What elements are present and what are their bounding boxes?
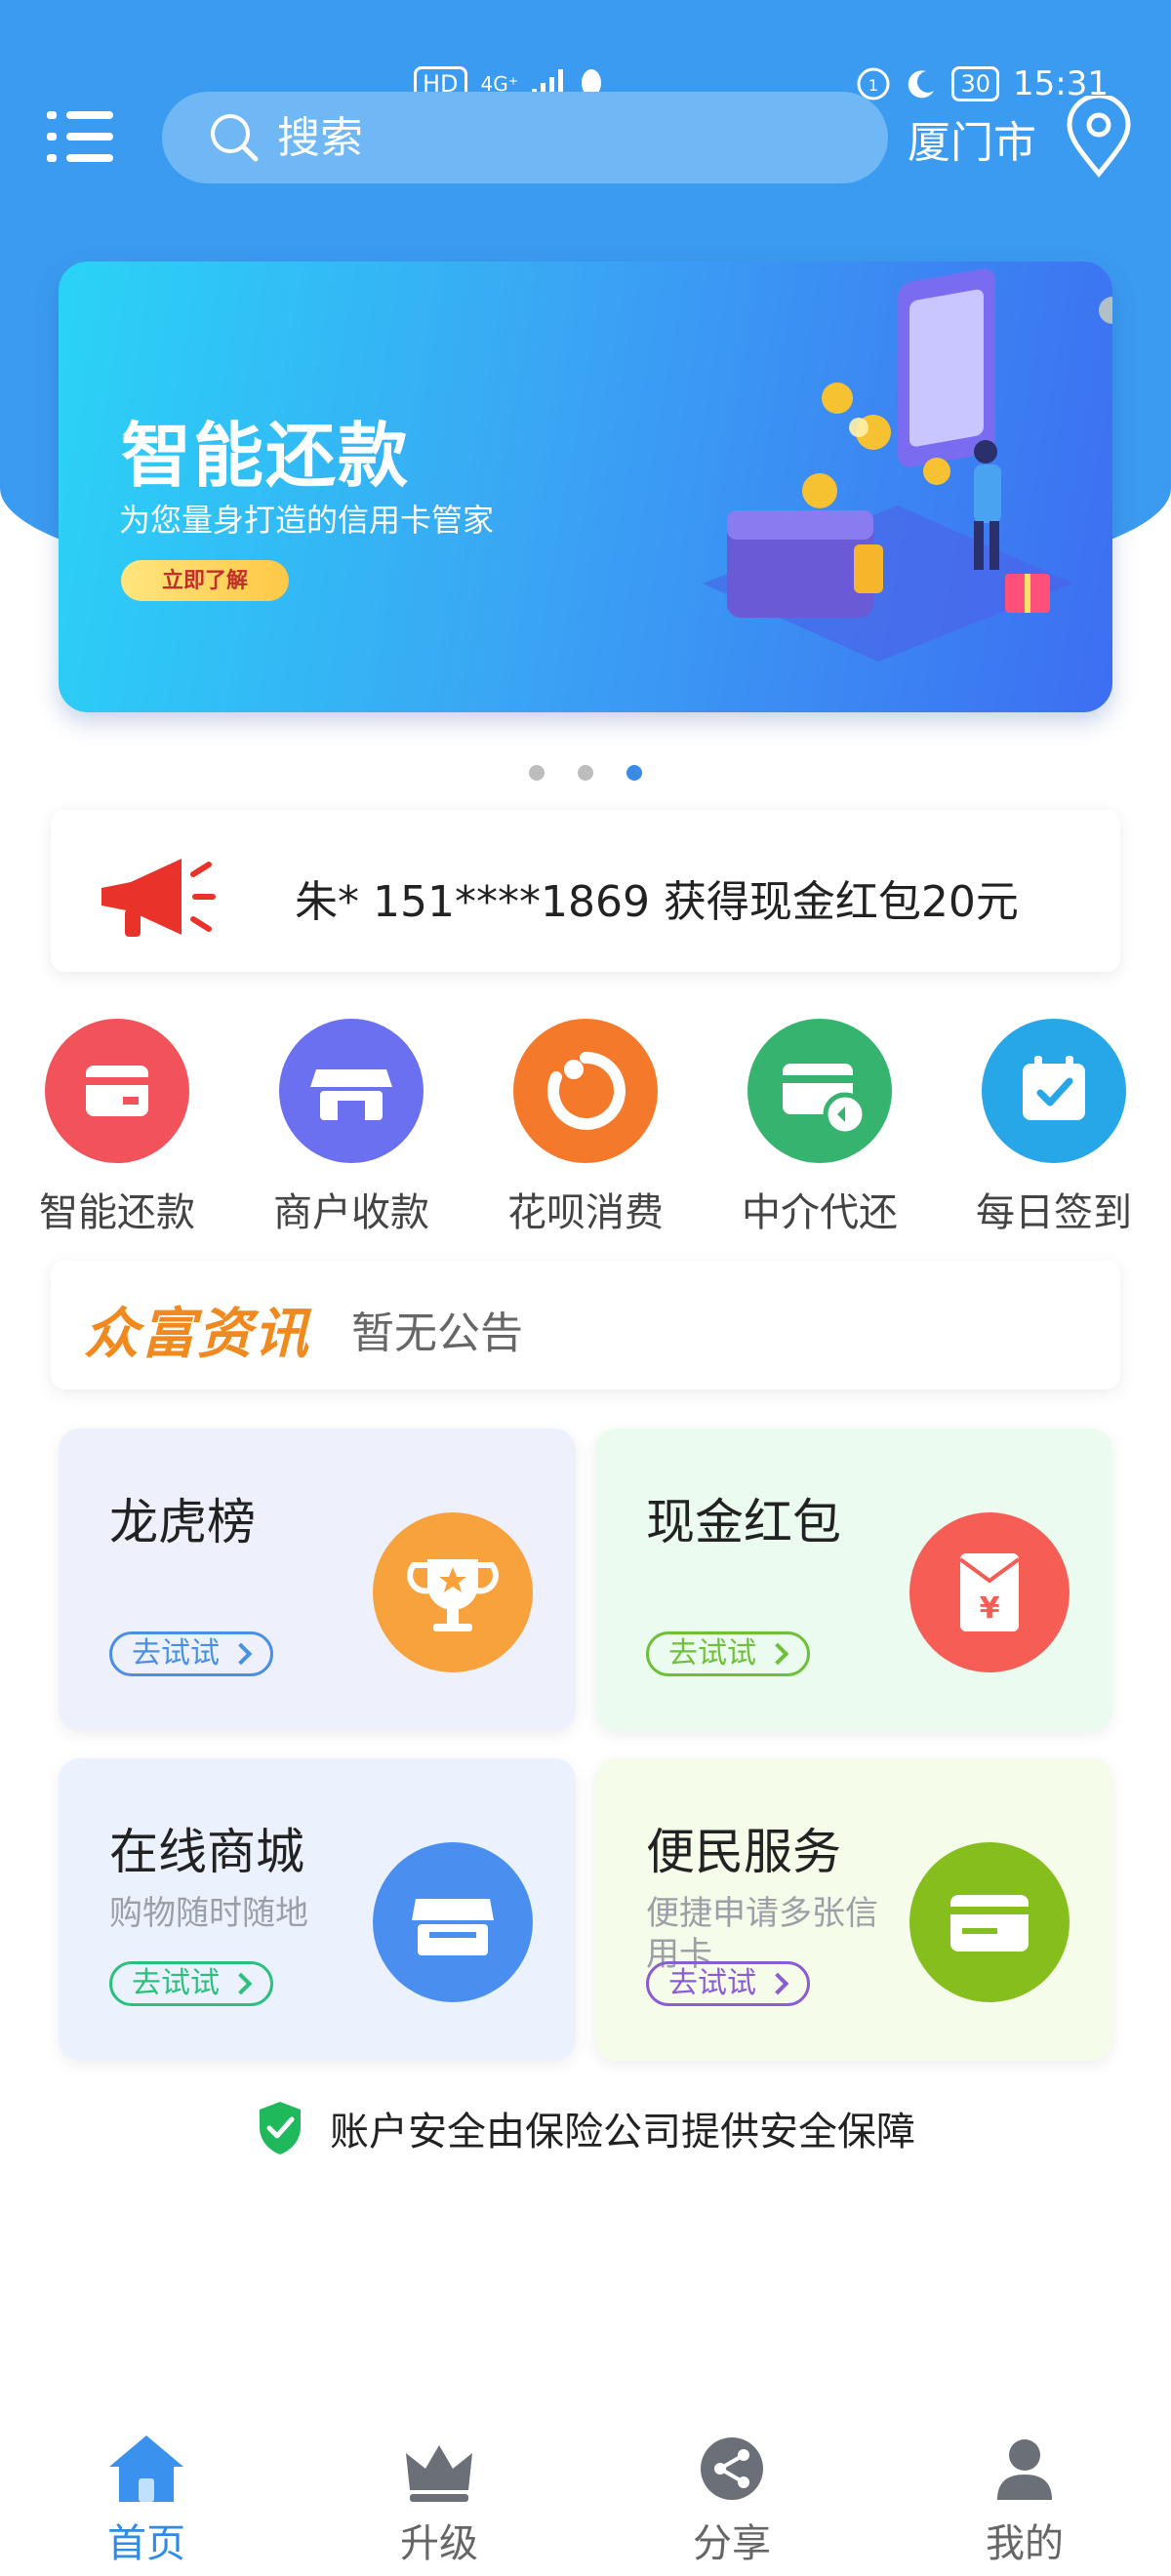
chevron-right-icon (229, 1642, 253, 1666)
quick-action-label: 每日签到 (976, 1190, 1132, 1235)
moon-icon (909, 70, 935, 99)
shop-icon (373, 1842, 533, 2002)
tab-label: 分享 (693, 2521, 771, 2566)
quick-action-label: 花呗消费 (507, 1190, 664, 1235)
pagination-dot-active[interactable] (626, 765, 642, 781)
banner-pagination (0, 765, 1171, 781)
search-icon (211, 114, 259, 162)
card-subtitle: 购物随时随地 (109, 1894, 308, 1933)
svg-text:1: 1 (868, 76, 878, 95)
tab-upgrade[interactable]: 升级 (342, 2430, 537, 2568)
store-icon (279, 1019, 424, 1163)
shield-check-icon (260, 2102, 301, 2154)
banner-learn-more-button[interactable]: 立即了解 (121, 560, 289, 601)
tab-home[interactable]: 首页 (49, 2430, 244, 2568)
chevron-right-icon (229, 1972, 253, 1995)
card-refresh-icon (747, 1019, 892, 1163)
card-icon (45, 1019, 189, 1163)
trophy-icon (373, 1512, 533, 1672)
svg-text:¥: ¥ (980, 1591, 1000, 1626)
announcement-bar[interactable]: 众富资讯 暂无公告 (51, 1261, 1120, 1389)
tab-label: 首页 (107, 2521, 185, 2566)
announcement-text: 暂无公告 (351, 1308, 523, 1358)
quick-action-huabei[interactable]: 花呗消费 (478, 1019, 693, 1237)
pagination-dot[interactable] (578, 765, 593, 781)
calendar-check-icon (982, 1019, 1126, 1163)
tab-label: 我的 (986, 2521, 1064, 2566)
card-title: 现金红包 (646, 1494, 841, 1550)
location-icon[interactable] (1062, 96, 1136, 178)
reward-notice-bar[interactable]: 朱* 151****1869 获得现金红包20元 (51, 810, 1120, 972)
chevron-right-icon (766, 1972, 789, 1995)
promo-banner[interactable]: 智能还款 为您量身打造的信用卡管家 立即了解 (59, 262, 1112, 712)
credit-card-icon (909, 1842, 1070, 2002)
search-input[interactable] (275, 111, 826, 164)
card-cash-red-packet[interactable]: 现金红包 去试试 ¥ (595, 1429, 1112, 1731)
card-try-button[interactable]: 去试试 (109, 1961, 273, 2006)
huabei-icon (513, 1019, 658, 1163)
card-try-button[interactable]: 去试试 (109, 1631, 273, 1676)
red-envelope-icon: ¥ (909, 1512, 1070, 1672)
card-leaderboard[interactable]: 龙虎榜 去试试 (59, 1429, 576, 1731)
banner-title: 智能还款 (121, 415, 411, 497)
banner-illustration (703, 268, 1112, 662)
quick-action-label: 智能还款 (39, 1190, 195, 1235)
card-try-button[interactable]: 去试试 (646, 1961, 810, 2006)
news-logo: 众富资讯 (84, 1303, 310, 1366)
quick-action-label: 中介代还 (742, 1190, 898, 1235)
battery-icon: 30 (951, 66, 1000, 101)
tab-share[interactable]: 分享 (634, 2430, 829, 2568)
quick-action-daily-checkin[interactable]: 每日签到 (947, 1019, 1161, 1237)
quick-action-merchant-pay[interactable]: 商户收款 (244, 1019, 459, 1237)
card-title: 在线商城 (109, 1824, 304, 1880)
security-text: 账户安全由保险公司提供安全保障 (330, 2110, 915, 2154)
search-bar[interactable] (162, 92, 888, 183)
crown-icon (406, 2445, 472, 2502)
card-online-mall[interactable]: 在线商城 购物随时随地 去试试 (59, 1758, 576, 2061)
city-selector[interactable]: 厦门市 (908, 107, 1036, 170)
quick-action-smart-repay[interactable]: 智能还款 (10, 1019, 224, 1237)
quick-action-label: 商户收款 (273, 1190, 429, 1235)
security-statement: 账户安全由保险公司提供安全保障 (0, 2100, 1171, 2156)
megaphone-icon (101, 859, 216, 937)
banner-subtitle: 为您量身打造的信用卡管家 (119, 502, 495, 539)
notice-text: 朱* 151****1869 获得现金红包20元 (295, 877, 1019, 927)
home-icon (109, 2435, 183, 2502)
card-try-button[interactable]: 去试试 (646, 1631, 810, 1676)
tab-label: 升级 (400, 2521, 478, 2566)
quick-action-agent-repay[interactable]: 中介代还 (712, 1019, 927, 1237)
tab-mine[interactable]: 我的 (927, 2430, 1122, 2568)
card-title: 便民服务 (646, 1824, 841, 1880)
user-icon (997, 2439, 1052, 2500)
menu-icon[interactable] (47, 107, 115, 168)
card-convenience-service[interactable]: 便民服务 便捷申请多张信用卡 去试试 (595, 1758, 1112, 2061)
card-title: 龙虎榜 (109, 1494, 256, 1550)
share-icon (701, 2437, 763, 2500)
pagination-dot[interactable] (529, 765, 545, 781)
chevron-right-icon (766, 1642, 789, 1666)
